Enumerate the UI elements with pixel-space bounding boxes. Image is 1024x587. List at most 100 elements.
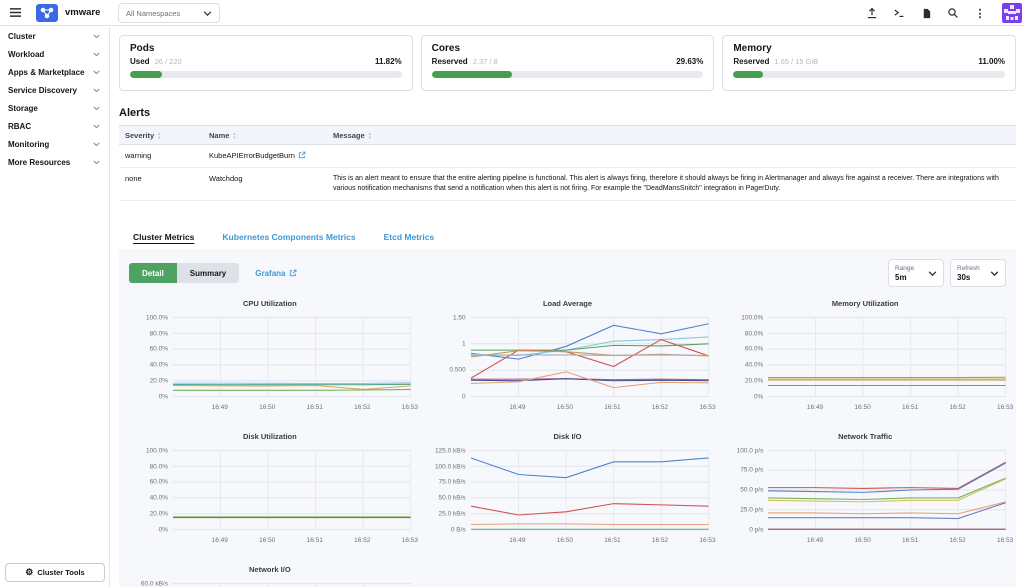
- sidebar-item-workload[interactable]: Workload: [0, 45, 109, 63]
- charts-grid: CPU Utilization 100.0%80.0%60.0%40.0%20.…: [129, 299, 1006, 587]
- chevron-down-icon: [93, 142, 100, 147]
- card-title[interactable]: Pods: [130, 43, 402, 54]
- chevron-down-icon: [93, 70, 100, 75]
- chart-plot: [173, 313, 411, 401]
- chart-title: Disk I/O: [427, 432, 709, 441]
- chart-title: Load Average: [427, 299, 709, 308]
- upload-icon[interactable]: [865, 6, 879, 20]
- chart-x-axis: 16:4916:5016:5116:5216:53: [173, 537, 411, 547]
- cluster-manager-logo-icon[interactable]: [36, 4, 58, 22]
- alert-message: This is an alert meant to ensure that th…: [327, 168, 1016, 201]
- card-stat-label: Reserved: [733, 57, 769, 66]
- chart-title: Memory Utilization: [724, 299, 1006, 308]
- cluster-tools-button[interactable]: ⚙ Cluster Tools: [5, 563, 105, 582]
- chart-network-i-o: Network I/O 60.0 kB/s50.0 kB/s40.0 kB/s3…: [129, 565, 411, 587]
- column-header-message[interactable]: Message▲▼: [327, 126, 1016, 145]
- chart-memory-utilization: Memory Utilization 100.0%80.0%60.0%40.0%…: [724, 299, 1006, 414]
- sidebar-item-label: Monitoring: [8, 140, 49, 149]
- sort-icon: ▲▼: [232, 132, 236, 139]
- chevron-down-icon: [93, 106, 100, 111]
- top-nav-bar: vmware All Namespaces ⋮: [0, 0, 1024, 26]
- tab-etcd-metrics[interactable]: Etcd Metrics: [370, 229, 449, 247]
- chart-title: CPU Utilization: [129, 299, 411, 308]
- resource-cards: PodsUsed26 / 22011.82%CoresReserved2.37 …: [119, 35, 1016, 91]
- card-stat-label: Reserved: [432, 57, 468, 66]
- chart-y-axis: 60.0 kB/s50.0 kB/s40.0 kB/s30.0 kB/s20.0…: [129, 579, 173, 587]
- hamburger-menu-icon[interactable]: [9, 7, 22, 18]
- resource-card-memory: MemoryReserved1.65 / 15 GiB11.00%: [722, 35, 1016, 91]
- alert-severity: warning: [119, 145, 203, 168]
- chart-plot: [768, 446, 1006, 534]
- resource-card-pods: PodsUsed26 / 22011.82%: [119, 35, 413, 91]
- sidebar-item-storage[interactable]: Storage: [0, 99, 109, 117]
- chevron-down-icon: [203, 11, 212, 16]
- namespace-filter-select[interactable]: All Namespaces: [118, 3, 220, 23]
- sidebar-item-monitoring[interactable]: Monitoring: [0, 135, 109, 153]
- kubeconfig-file-icon[interactable]: [919, 6, 933, 20]
- column-header-name[interactable]: Name▲▼: [203, 126, 327, 145]
- alert-row: noneWatchdogThis is an alert meant to en…: [119, 168, 1016, 201]
- resource-card-cores: CoresReserved2.37 / 829.63%: [421, 35, 715, 91]
- metrics-controls: Detail Summary Grafana Range 5m Refresh: [129, 259, 1006, 287]
- grafana-label: Grafana: [255, 269, 285, 278]
- card-title[interactable]: Memory: [733, 43, 1005, 54]
- card-percent: 29.63%: [676, 57, 703, 66]
- card-stat-value: 1.65 / 15 GiB: [774, 57, 818, 66]
- card-title[interactable]: Cores: [432, 43, 704, 54]
- range-value: 5m: [895, 273, 914, 282]
- refresh-label: Refresh: [957, 265, 980, 272]
- column-header-severity[interactable]: Severity▲▼: [119, 126, 203, 145]
- sidebar-item-label: More Resources: [8, 158, 70, 167]
- usage-progress-bar: [130, 71, 402, 78]
- sidebar-item-apps-marketplace[interactable]: Apps & Marketplace: [0, 63, 109, 81]
- grafana-link[interactable]: Grafana: [255, 269, 296, 278]
- chart-plot: [173, 579, 411, 587]
- chevron-down-icon: [93, 52, 100, 57]
- alerts-title: Alerts: [119, 107, 1016, 119]
- sidebar-item-cluster[interactable]: Cluster: [0, 27, 109, 45]
- chart-x-axis: 16:4916:5016:5116:5216:53: [768, 537, 1006, 547]
- search-icon[interactable]: [946, 6, 960, 20]
- tab-cluster-metrics[interactable]: Cluster Metrics: [119, 229, 208, 247]
- chart-x-axis: 16:4916:5016:5116:5216:53: [471, 537, 709, 547]
- cluster-name: vmware: [65, 7, 100, 18]
- chevron-down-icon: [93, 88, 100, 93]
- alerts-section: Alerts Severity▲▼Name▲▼Message▲▼ warning…: [119, 107, 1016, 201]
- view-toggle-group: Detail Summary: [129, 263, 239, 283]
- sidebar-item-label: Workload: [8, 50, 44, 59]
- sidebar-nav-list: Cluster Workload Apps & MarketplaceService…: [0, 27, 109, 171]
- chart-title: Network Traffic: [724, 432, 1006, 441]
- card-percent: 11.82%: [375, 57, 402, 66]
- gear-icon: ⚙: [25, 568, 33, 577]
- kebab-menu-icon[interactable]: ⋮: [973, 6, 987, 20]
- external-link-icon[interactable]: [298, 151, 306, 161]
- sidebar-item-more-resources[interactable]: More Resources: [0, 153, 109, 171]
- chart-disk-i-o: Disk I/O 125.0 kB/s100.0 kB/s75.0 kB/s50…: [427, 432, 709, 547]
- usage-progress-bar: [432, 71, 704, 78]
- namespace-filter-value: All Namespaces: [126, 9, 180, 18]
- alert-severity: none: [119, 168, 203, 201]
- sidebar-item-rbac[interactable]: RBAC: [0, 117, 109, 135]
- sidebar-item-label: RBAC: [8, 122, 31, 131]
- chart-y-axis: 100.0 p/s75.0 p/s50.0 p/s25.0 p/s0 p/s: [724, 446, 768, 534]
- sort-icon: ▲▼: [157, 132, 161, 139]
- alerts-table: Severity▲▼Name▲▼Message▲▼ warningKubeAPI…: [119, 125, 1016, 201]
- tab-kubernetes-components-metrics[interactable]: Kubernetes Components Metrics: [208, 229, 369, 247]
- kubectl-shell-icon[interactable]: [892, 6, 906, 20]
- alert-row: warningKubeAPIErrorBudgetBurn: [119, 145, 1016, 168]
- chart-plot: [173, 446, 411, 534]
- user-avatar[interactable]: [1002, 3, 1022, 23]
- chart-cpu-utilization: CPU Utilization 100.0%80.0%60.0%40.0%20.…: [129, 299, 411, 414]
- chart-x-axis: 16:4916:5016:5116:5216:53: [173, 404, 411, 414]
- range-select[interactable]: Range 5m: [888, 259, 944, 287]
- sidebar-item-service-discovery[interactable]: Service Discovery: [0, 81, 109, 99]
- detail-button[interactable]: Detail: [129, 263, 177, 283]
- sidebar-item-label: Storage: [8, 104, 38, 113]
- refresh-select[interactable]: Refresh 30s: [950, 259, 1006, 287]
- summary-button[interactable]: Summary: [177, 263, 239, 283]
- chart-plot: [471, 446, 709, 534]
- main-content: PodsUsed26 / 22011.82%CoresReserved2.37 …: [111, 27, 1024, 587]
- card-stat-value: 26 / 220: [155, 57, 182, 66]
- chart-plot: [768, 313, 1006, 401]
- usage-progress-bar: [733, 71, 1005, 78]
